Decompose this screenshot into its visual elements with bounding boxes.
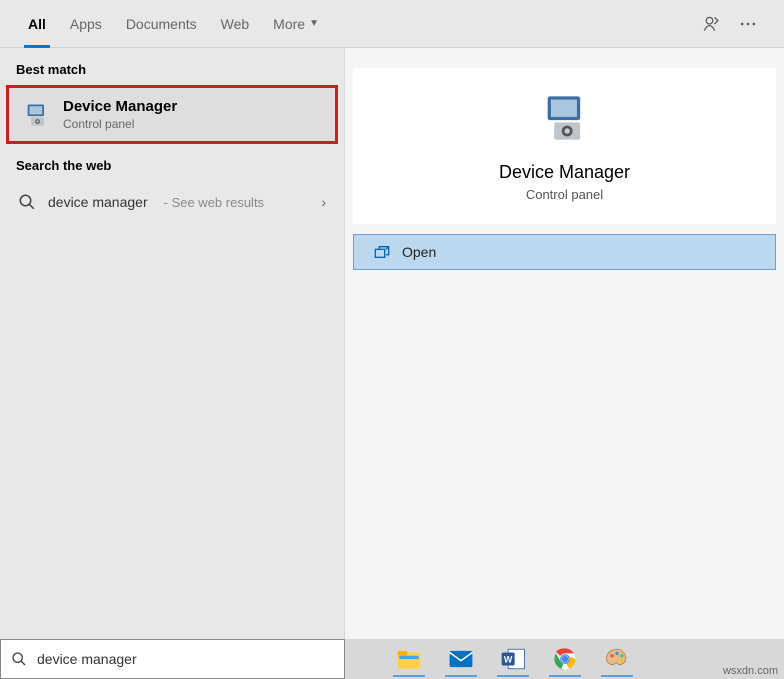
chrome-icon [552, 646, 578, 672]
more-icon[interactable] [738, 14, 758, 34]
tab-web[interactable]: Web [209, 0, 262, 48]
taskbar-chrome[interactable] [543, 641, 587, 677]
paint-icon [604, 646, 630, 672]
device-manager-icon [539, 92, 591, 144]
tab-label: Apps [70, 16, 102, 32]
tab-more[interactable]: More ▼ [261, 0, 331, 48]
chevron-down-icon: ▼ [309, 18, 319, 29]
best-match-text: Device Manager Control panel [63, 98, 177, 131]
web-hint: - See web results [164, 195, 264, 210]
open-label: Open [402, 244, 436, 260]
preview-column: Device Manager Control panel Open [345, 48, 784, 640]
tab-apps[interactable]: Apps [58, 0, 114, 48]
tab-label: All [28, 16, 46, 32]
best-match-result[interactable]: Device Manager Control panel [6, 85, 338, 144]
word-icon: W [500, 646, 526, 672]
search-body: Best match Device Manager Control panel … [0, 48, 784, 640]
open-icon [374, 245, 390, 259]
chevron-right-icon: › [321, 194, 326, 210]
watermark: wsxdn.com [723, 665, 778, 677]
windows-search-panel: All Apps Documents Web More ▼ Best match … [0, 0, 784, 640]
taskbar-mail[interactable] [439, 641, 483, 677]
tabs-bar: All Apps Documents Web More ▼ [0, 0, 784, 48]
taskbar-file-explorer[interactable] [387, 641, 431, 677]
taskbar-word[interactable]: W [491, 641, 535, 677]
results-column: Best match Device Manager Control panel … [0, 48, 345, 640]
file-explorer-icon [396, 646, 422, 672]
tab-documents[interactable]: Documents [114, 0, 209, 48]
preview-card: Device Manager Control panel [353, 68, 776, 224]
device-manager-icon [23, 101, 51, 129]
open-button[interactable]: Open [353, 234, 776, 270]
taskbar: W [345, 639, 784, 679]
web-query: device manager [48, 194, 148, 210]
svg-text:W: W [504, 654, 513, 664]
tabs-right-actions [702, 14, 768, 34]
mail-icon [448, 646, 474, 672]
web-result[interactable]: device manager - See web results › [0, 181, 344, 223]
preview-subtitle: Control panel [526, 187, 603, 202]
search-box[interactable] [0, 639, 345, 679]
preview-title: Device Manager [499, 162, 630, 183]
tab-label: Documents [126, 16, 197, 32]
best-match-title: Device Manager [63, 98, 177, 115]
search-input[interactable] [37, 651, 334, 667]
feedback-icon[interactable] [702, 14, 722, 34]
taskbar-paint[interactable] [595, 641, 639, 677]
section-search-web: Search the web [0, 144, 344, 181]
search-icon [11, 651, 27, 667]
tab-all[interactable]: All [16, 0, 58, 48]
tab-label: More [273, 16, 305, 32]
tab-label: Web [221, 16, 250, 32]
section-best-match: Best match [0, 48, 344, 85]
best-match-subtitle: Control panel [63, 117, 177, 131]
search-icon [18, 193, 36, 211]
